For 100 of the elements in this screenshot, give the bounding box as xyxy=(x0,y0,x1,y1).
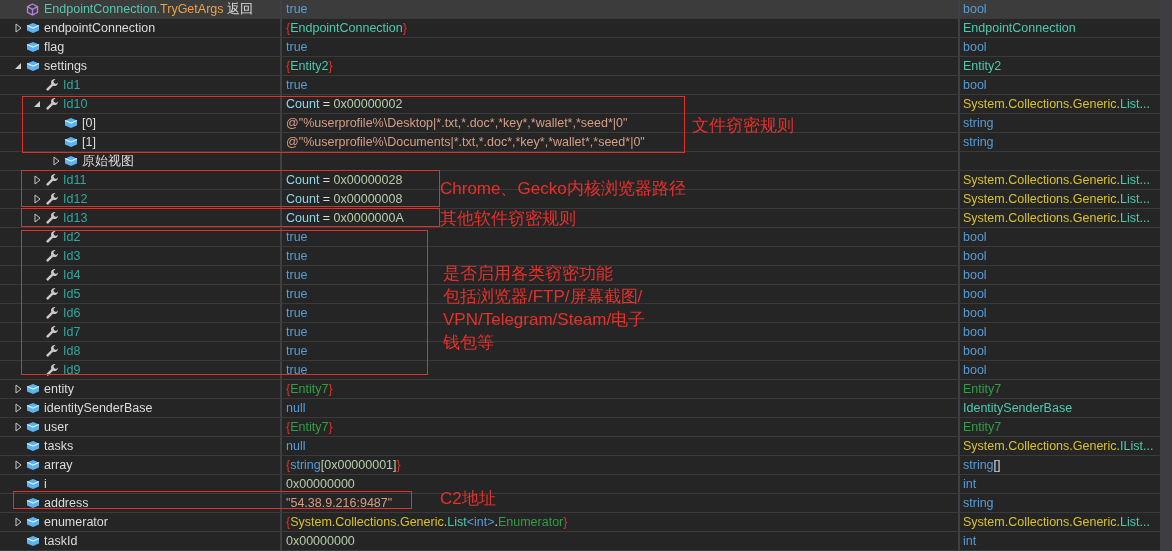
wrench-icon xyxy=(45,287,59,301)
cube-icon xyxy=(26,402,40,414)
variable-type: bool xyxy=(963,306,987,320)
variable-value: true xyxy=(286,268,308,282)
annotation-text: Chrome、Gecko内核浏览器路径 xyxy=(440,178,686,200)
variable-type: bool xyxy=(963,249,987,263)
variable-name[interactable]: i xyxy=(44,477,47,491)
variable-type: System.Collections.Generic.List... xyxy=(963,515,1150,529)
variable-value: true xyxy=(286,287,308,301)
collapsed-arrow-icon[interactable] xyxy=(15,460,22,470)
variable-value: @"%userprofile%\Desktop|*.txt,*.doc*,*key*,*wallet*,*seed*|0" xyxy=(286,116,628,130)
annotation-text: VPN/Telegram/Steam/电子 xyxy=(443,309,646,331)
variable-value: {Entity2} xyxy=(286,59,333,73)
variable-type: System.Collections.Generic.List... xyxy=(963,211,1150,225)
wrench-icon xyxy=(45,97,59,111)
variable-type: System.Collections.Generic.IList... xyxy=(963,439,1154,453)
cube-icon xyxy=(64,155,78,167)
annotation-text: C2地址 xyxy=(440,488,496,510)
variable-name[interactable]: [1] xyxy=(82,135,96,149)
variable-name[interactable]: settings xyxy=(44,59,88,73)
variable-name[interactable]: Id10 xyxy=(63,97,88,111)
variable-name[interactable]: identitySenderBase xyxy=(44,401,153,415)
variable-type: bool xyxy=(963,363,987,377)
variable-value: true xyxy=(286,2,308,16)
cube-icon xyxy=(26,478,40,490)
variable-type: Entity7 xyxy=(963,382,1002,396)
variable-type: bool xyxy=(963,78,987,92)
variable-type: bool xyxy=(963,40,987,54)
variable-name[interactable]: array xyxy=(44,458,73,472)
variable-name[interactable]: Id11 xyxy=(63,173,87,187)
annotation-text: 文件窃密规则 xyxy=(692,115,794,137)
cube-icon xyxy=(26,41,40,53)
variable-name[interactable]: entity xyxy=(44,382,74,396)
wrench-icon xyxy=(45,192,59,206)
collapsed-arrow-icon[interactable] xyxy=(34,213,41,223)
wrench-icon xyxy=(45,306,59,320)
wrench-icon xyxy=(45,268,59,282)
collapsed-arrow-icon[interactable] xyxy=(34,194,41,204)
variable-value: true xyxy=(286,230,308,244)
collapsed-arrow-icon[interactable] xyxy=(15,23,22,33)
variable-value: {System.Collections.Generic.List<int>.Enumerator} xyxy=(286,515,568,529)
wrench-icon xyxy=(45,344,59,358)
annotation-text: 钱包等 xyxy=(443,332,494,354)
variable-name[interactable]: Id7 xyxy=(63,325,81,339)
variable-value: 0x00000000 xyxy=(286,477,355,491)
variable-type: bool xyxy=(963,230,987,244)
variable-value: true xyxy=(286,78,308,92)
expanded-arrow-icon[interactable] xyxy=(33,100,41,108)
variable-name[interactable]: Id12 xyxy=(63,192,88,206)
variable-name[interactable]: Id3 xyxy=(63,249,81,263)
variable-name[interactable]: 原始视图 xyxy=(82,152,134,170)
variable-value: {string[0x00000001]} xyxy=(286,458,401,472)
collapsed-arrow-icon[interactable] xyxy=(15,384,22,394)
variable-name[interactable]: enumerator xyxy=(44,515,108,529)
variable-type: string[] xyxy=(963,458,1001,472)
variable-type: IdentitySenderBase xyxy=(963,401,1073,415)
variable-value: Count = 0x0000000A xyxy=(286,211,404,225)
variable-name[interactable]: Id13 xyxy=(63,211,88,225)
cube-icon xyxy=(26,535,40,547)
variable-name[interactable]: Id9 xyxy=(63,363,81,377)
variable-type: EndpointConnection xyxy=(963,21,1076,35)
wrench-icon xyxy=(45,363,59,377)
cube-icon xyxy=(26,440,40,452)
variable-value: {Entity7} xyxy=(286,382,333,396)
variable-type: Entity7 xyxy=(963,420,1002,434)
wrench-icon xyxy=(45,78,59,92)
variable-value: true xyxy=(286,344,308,358)
collapsed-arrow-icon[interactable] xyxy=(15,517,22,527)
variable-name[interactable]: Id4 xyxy=(63,268,81,282)
variable-name[interactable]: endpointConnection xyxy=(44,21,156,35)
variable-value: {Entity7} xyxy=(286,420,333,434)
collapsed-arrow-icon[interactable] xyxy=(15,422,22,432)
expanded-arrow-icon[interactable] xyxy=(14,62,22,70)
variable-name[interactable]: EndpointConnection.TryGetArgs 返回 xyxy=(44,0,253,18)
variable-name[interactable]: flag xyxy=(44,40,65,54)
variable-name[interactable]: Id8 xyxy=(63,344,81,358)
cube-icon xyxy=(26,421,40,433)
variable-name[interactable]: user xyxy=(44,420,69,434)
wrench-icon xyxy=(45,230,59,244)
variable-name[interactable]: Id6 xyxy=(63,306,81,320)
annotation-text: 包括浏览器/FTP/屏幕截图/ xyxy=(443,286,643,308)
variable-name[interactable]: Id1 xyxy=(63,78,81,92)
collapsed-arrow-icon[interactable] xyxy=(53,156,60,166)
variable-name[interactable]: taskId xyxy=(44,534,78,548)
collapsed-arrow-icon[interactable] xyxy=(15,403,22,413)
variable-type: string xyxy=(963,496,994,510)
variable-type: System.Collections.Generic.List... xyxy=(963,192,1150,206)
variable-value: true xyxy=(286,363,308,377)
variable-name[interactable]: Id2 xyxy=(63,230,81,244)
variable-value: {EndpointConnection} xyxy=(286,21,407,35)
variable-type: bool xyxy=(963,287,987,301)
variable-name[interactable]: Id5 xyxy=(63,287,81,301)
annotation-text: 是否启用各类窃密功能 xyxy=(443,263,613,285)
cube-icon xyxy=(26,60,40,72)
variable-name[interactable]: tasks xyxy=(44,439,74,453)
variable-name[interactable]: address xyxy=(44,496,89,510)
variable-name[interactable]: [0] xyxy=(82,116,96,130)
scrollbar[interactable] xyxy=(1160,0,1172,551)
variable-type: Entity2 xyxy=(963,59,1002,73)
collapsed-arrow-icon[interactable] xyxy=(34,175,41,185)
